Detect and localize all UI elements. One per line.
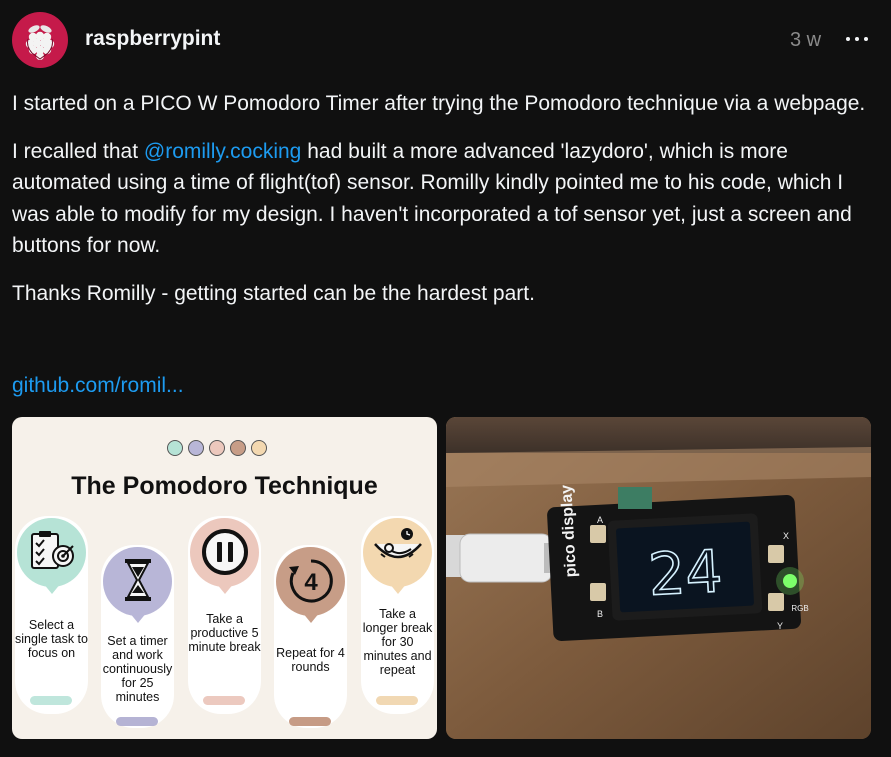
dot-2	[188, 440, 204, 456]
step-3: Take a productive 5 minute break	[188, 516, 261, 714]
step-2: Set a timer and work continuously for 25…	[101, 545, 174, 728]
clipboard-target-icon	[31, 531, 74, 569]
mention-link[interactable]: @romilly.cocking	[144, 140, 301, 163]
step-4-bar	[289, 717, 331, 726]
post-timestamp[interactable]: 3 w	[790, 29, 821, 52]
step-4: 4 Repeat for 4 rounds	[274, 545, 347, 728]
dot-5	[251, 440, 267, 456]
pause-icon	[202, 529, 248, 575]
more-options-icon[interactable]	[846, 27, 868, 49]
device-photo-drawing: 24 pico display A B X Y RGB	[446, 417, 871, 739]
paragraph-1: I started on a PICO W Pomodoro Timer aft…	[12, 92, 866, 115]
step-3-bar	[203, 696, 245, 705]
dot-4	[230, 440, 246, 456]
svg-text:Y: Y	[777, 621, 783, 631]
step-1-bar	[30, 696, 72, 705]
pomodoro-infographic-image[interactable]: The Pomodoro Technique Select a single t…	[12, 417, 437, 739]
step-2-text: Set a timer and work continuously for 25…	[102, 634, 173, 704]
svg-text:X: X	[783, 531, 789, 541]
raspberry-pi-logo-icon	[25, 25, 55, 60]
infographic-title: The Pomodoro Technique	[71, 472, 378, 500]
post-header: raspberrypint 3 w	[0, 0, 891, 80]
paragraph-2: I recalled that @romilly.cocking had bui…	[12, 139, 852, 258]
step-5-bar	[376, 696, 418, 705]
dot-1	[167, 440, 183, 456]
color-dots	[167, 440, 272, 461]
svg-text:4: 4	[304, 569, 318, 596]
hammock-clock-icon	[374, 528, 422, 559]
username[interactable]: raspberrypint	[85, 27, 220, 51]
dot-3	[209, 440, 225, 456]
post-body: I started on a PICO W Pomodoro Timer aft…	[12, 88, 878, 325]
step-3-text: Take a productive 5 minute break	[188, 612, 261, 654]
svg-text:A: A	[597, 515, 603, 525]
svg-text:24: 24	[647, 537, 724, 609]
hourglass-icon	[125, 559, 151, 601]
paragraph-3: Thanks Romilly - getting started can be …	[12, 281, 535, 305]
step-5-text: Take a longer break for 30 minutes and r…	[362, 607, 433, 677]
step-4-text: Repeat for 4 rounds	[276, 646, 345, 674]
step-1-text: Select a single task to focus on	[15, 618, 88, 660]
step-5: Take a longer break for 30 minutes and r…	[361, 516, 434, 714]
svg-text:RGB: RGB	[791, 604, 808, 613]
repeat-four-icon: 4	[289, 559, 333, 603]
step-2-bar	[116, 717, 158, 726]
step-1: Select a single task to focus on	[15, 516, 88, 714]
github-link[interactable]: github.com/romil...	[12, 374, 184, 397]
pico-display-photo[interactable]: 24 pico display A B X Y RGB	[446, 417, 871, 739]
svg-text:B: B	[597, 609, 603, 619]
avatar[interactable]	[12, 12, 68, 68]
